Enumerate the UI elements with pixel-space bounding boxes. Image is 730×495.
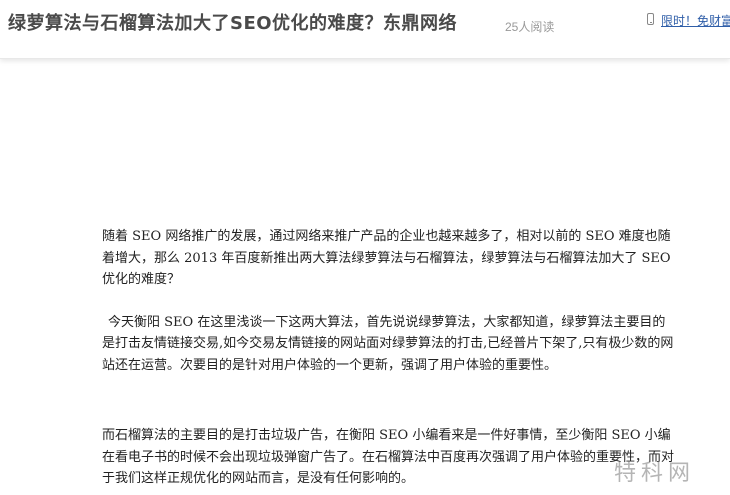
article-page: 绿萝算法与石榴算法加大了SEO优化的难度？东鼎网络 25人阅读 限时！免财富 随… bbox=[0, 0, 730, 495]
article-paragraph: 随着 SEO 网络推广的发展，通过网络来推广产品的企业也越来越多了，相对以前的 … bbox=[102, 229, 671, 287]
read-count: 25人阅读 bbox=[505, 20, 555, 34]
article-title: 绿萝算法与石榴算法加大了SEO优化的难度？东鼎网络 bbox=[8, 13, 458, 34]
article-header: 绿萝算法与石榴算法加大了SEO优化的难度？东鼎网络 25人阅读 限时！免财富 bbox=[0, 0, 730, 59]
site-watermark: 特科网 bbox=[614, 461, 696, 486]
article-body: 随着 SEO 网络推广的发展，通过网络来推广产品的企业也越来越多了，相对以前的 … bbox=[102, 226, 678, 490]
mobile-phone-icon bbox=[647, 13, 654, 25]
article-paragraph: 而石榴算法的主要目的是打击垃圾广告，在衡阳 SEO 小编看来是一件好事情，至少衡… bbox=[102, 428, 675, 486]
article-paragraph: 今天衡阳 SEO 在这里浅谈一下这两大算法，首先说说绿萝算法，大家都知道，绿萝算… bbox=[102, 314, 674, 373]
promo-text[interactable]: 限时！免财富 bbox=[661, 12, 730, 29]
mobile-promo-link[interactable]: 限时！免财富 bbox=[647, 11, 730, 29]
